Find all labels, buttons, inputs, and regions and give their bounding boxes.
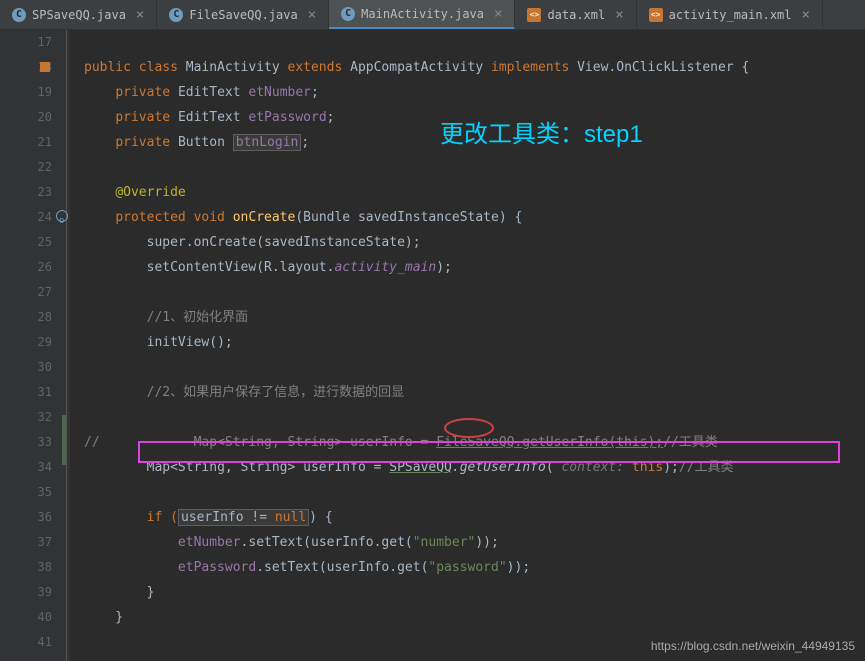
annotation-circle: [444, 418, 494, 438]
close-icon[interactable]: ×: [615, 7, 623, 23]
line-number: 38: [0, 555, 52, 580]
tab-label: MainActivity.java: [361, 7, 484, 21]
tab-label: FileSaveQQ.java: [189, 8, 297, 22]
line-number: 19: [0, 80, 52, 105]
line-number: 31: [0, 380, 52, 405]
annotation-overlay: 更改工具类：step1: [440, 114, 643, 149]
close-icon[interactable]: ×: [494, 6, 502, 22]
annotation-highlight-box: [138, 441, 840, 463]
tab-label: SPSaveQQ.java: [32, 8, 126, 22]
java-class-icon: C: [12, 8, 26, 22]
line-number: 41: [0, 630, 52, 655]
watermark-text: https://blog.csdn.net/weixin_44949135: [651, 639, 855, 653]
line-number: 37: [0, 530, 52, 555]
code-editor[interactable]: 17 18 19 20 21 22 23 24 25 26 27 28 29 3…: [0, 30, 865, 661]
line-number: 23: [0, 180, 52, 205]
xml-file-icon: <>: [527, 8, 541, 22]
diff-change-marker: [62, 415, 66, 465]
tab-label: data.xml: [547, 8, 605, 22]
tab-activity-main-xml[interactable]: <> activity_main.xml ×: [637, 0, 823, 29]
line-number: 30: [0, 355, 52, 380]
line-number: 34: [0, 455, 52, 480]
close-icon[interactable]: ×: [308, 7, 316, 23]
close-icon[interactable]: ×: [802, 7, 810, 23]
line-number-gutter: 17 18 19 20 21 22 23 24 25 26 27 28 29 3…: [0, 30, 70, 661]
line-number: 36: [0, 505, 52, 530]
line-number: 35: [0, 480, 52, 505]
xml-file-icon: <>: [649, 8, 663, 22]
tab-spsaveqq[interactable]: C SPSaveQQ.java ×: [0, 0, 157, 29]
line-number: 40: [0, 605, 52, 630]
line-number: 20: [0, 105, 52, 130]
line-number: 33: [0, 430, 52, 455]
fold-guide: [66, 30, 67, 661]
tab-mainactivity[interactable]: C MainActivity.java ×: [329, 0, 515, 29]
line-number: 17: [0, 30, 52, 55]
line-number: 32: [0, 405, 52, 430]
line-number: 24: [0, 205, 52, 230]
line-number: 39: [0, 580, 52, 605]
java-class-icon: C: [169, 8, 183, 22]
tab-label: activity_main.xml: [669, 8, 792, 22]
line-number: 25: [0, 230, 52, 255]
class-marker-icon: [40, 62, 50, 72]
close-icon[interactable]: ×: [136, 7, 144, 23]
tab-data-xml[interactable]: <> data.xml ×: [515, 0, 636, 29]
override-icon[interactable]: [56, 210, 68, 222]
tab-filesaveqq[interactable]: C FileSaveQQ.java ×: [157, 0, 329, 29]
line-number: 26: [0, 255, 52, 280]
line-number: 22: [0, 155, 52, 180]
line-number: 18: [0, 55, 52, 80]
line-number: 28: [0, 305, 52, 330]
line-number: 29: [0, 330, 52, 355]
line-number: 27: [0, 280, 52, 305]
editor-tabs: C SPSaveQQ.java × C FileSaveQQ.java × C …: [0, 0, 865, 30]
java-class-icon: C: [341, 7, 355, 21]
line-number: 21: [0, 130, 52, 155]
